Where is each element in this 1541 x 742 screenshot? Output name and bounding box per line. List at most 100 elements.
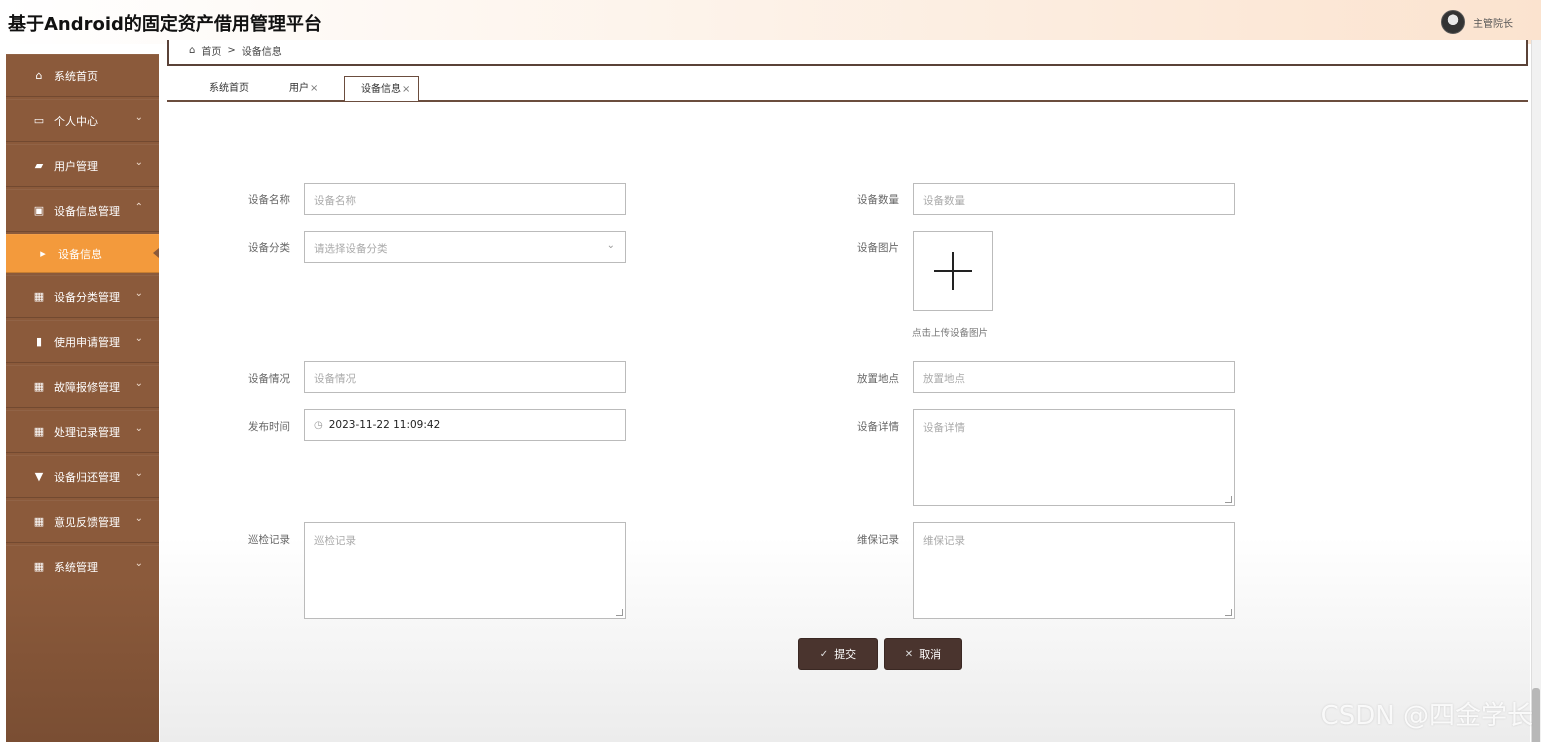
sidebar-item-home[interactable]: ⌂ 系统首页 [6,54,159,97]
publish-time-value: 2023-11-22 11:09:42 [328,419,441,431]
breadcrumb: ⌂ 首页 > 设备信息 [189,43,282,58]
sidebar-item-usage-request-management[interactable]: ▮ 使用申请管理 ⌄ [6,320,159,363]
publish-time-label: 发布时间 [248,421,290,433]
sidebar-item-label: 故障报修管理 [54,380,120,394]
card-icon: ▭ [33,114,45,127]
chevron-down-icon: ⌄ [134,468,143,479]
vertical-scrollbar[interactable] [1531,40,1541,742]
sidebar-item-label: 设备信息 [58,247,102,261]
watermark: CSDN @四金学长 [1320,701,1533,731]
chevron-down-icon: ⌄ [134,112,143,123]
inspection-record-textarea[interactable]: 巡检记录 [304,522,626,619]
cup-icon: ▼ [34,470,44,483]
device-category-select[interactable]: 请选择设备分类 ⌄ [304,231,626,263]
app-title: 基于Android的固定资产借用管理平台 [8,14,322,35]
sidebar-item-device-info-management[interactable]: ▣ 设备信息管理 ⌃ [6,189,159,232]
user-area[interactable]: 主管院长 [1441,10,1513,34]
sidebar: ⌂ 系统首页 ▭ 个人中心 ⌄ ▰ 用户管理 ⌄ ▣ 设备信息管理 ⌃ ▸ 设备… [6,54,159,742]
close-icon[interactable]: × [402,84,410,95]
bar-chart-icon: ▮ [35,335,43,348]
sidebar-item-user-management[interactable]: ▰ 用户管理 ⌄ [6,144,159,187]
cancel-label: 取消 [919,648,942,661]
chevron-down-icon: ⌄ [134,513,143,524]
sidebar-item-device-return-management[interactable]: ▼ 设备归还管理 ⌄ [6,455,159,498]
chevron-down-icon: ⌄ [134,423,143,434]
location-input[interactable]: 放置地点 [913,361,1235,393]
breadcrumb-home[interactable]: 首页 [201,43,221,58]
device-details-textarea[interactable]: 设备详情 [913,409,1235,506]
sidebar-item-label: 设备归还管理 [54,470,120,484]
tab-device-info[interactable]: 设备信息× [344,76,420,101]
tab-bar: 系统首页 用户× 设备信息× [167,75,1528,102]
close-icon[interactable]: × [310,83,318,94]
sidebar-item-label: 设备分类管理 [54,290,120,304]
sidebar-item-label: 意见反馈管理 [54,515,120,529]
sidebar-item-label: 处理记录管理 [54,425,120,439]
chevron-down-icon: ⌄ [606,240,615,251]
maintenance-record-label: 维保记录 [857,534,899,546]
avatar[interactable] [1441,10,1465,34]
scrollbar-thumb[interactable] [1532,688,1540,742]
form-area: 设备名称 设备名称 设备数量 设备数量 设备分类 请选择设备分类 ⌄ 设备图片 … [160,103,1530,742]
device-name-label: 设备名称 [248,194,290,206]
submit-button[interactable]: ✓ 提交 [798,638,878,670]
user-name[interactable]: 主管院长 [1473,15,1513,30]
upload-hint: 点击上传设备图片 [912,328,989,339]
sidebar-item-label: 系统首页 [54,69,98,83]
chevron-down-icon: ⌄ [134,288,143,299]
plus-icon [934,252,972,290]
monitor-icon: ▰ [34,159,44,172]
grid-icon: ▦ [33,290,45,303]
device-name-input[interactable]: 设备名称 [304,183,626,215]
chevron-down-icon: ⌄ [134,378,143,389]
sidebar-item-fault-repair-management[interactable]: ▦ 故障报修管理 ⌄ [6,365,159,408]
grid-icon: ▦ [33,380,45,393]
home-icon[interactable]: ⌂ [189,45,195,56]
chevron-up-icon: ⌃ [134,202,143,213]
tab-system-home[interactable]: 系统首页 [203,78,255,100]
top-header: 基于Android的固定资产借用管理平台 主管院长 [0,0,1541,44]
sidebar-item-label: 个人中心 [54,114,98,128]
sidebar-item-personal-center[interactable]: ▭ 个人中心 ⌄ [6,99,159,142]
maintenance-record-textarea[interactable]: 维保记录 [913,522,1235,619]
sidebar-item-label: 用户管理 [54,159,98,173]
tab-label: 用户 [289,83,309,94]
location-label: 放置地点 [857,373,899,385]
publish-time-picker[interactable]: ◷ 2023-11-22 11:09:42 [304,409,626,441]
sidebar-item-label: 使用申请管理 [54,335,120,349]
home-icon: ⌂ [35,69,43,82]
clock-icon: ◷ [314,420,323,431]
sidebar-subitem-device-info[interactable]: ▸ 设备信息 [6,234,159,273]
device-image-label: 设备图片 [857,242,899,254]
sidebar-footer [6,582,159,742]
tab-label: 设备信息 [361,84,401,95]
tab-users[interactable]: 用户× [283,78,324,100]
cancel-button[interactable]: ✕ 取消 [884,638,962,670]
sidebar-item-device-category-management[interactable]: ▦ 设备分类管理 ⌄ [6,275,159,318]
close-icon: ✕ [904,648,914,660]
breadcrumb-separator: > [227,45,236,56]
device-details-label: 设备详情 [857,421,899,433]
device-condition-input[interactable]: 设备情况 [304,361,626,393]
sidebar-item-label: 系统管理 [54,560,98,574]
device-quantity-label: 设备数量 [857,194,899,206]
sidebar-item-handling-record-management[interactable]: ▦ 处理记录管理 ⌄ [6,410,159,453]
device-condition-label: 设备情况 [248,373,290,385]
tab-label: 系统首页 [209,83,249,94]
clipboard-icon: ▣ [33,204,45,217]
chevron-down-icon: ⌄ [134,333,143,344]
chevron-down-icon: ⌄ [134,157,143,168]
breadcrumb-current: 设备信息 [241,47,282,58]
image-upload-button[interactable] [913,231,993,311]
grid-icon: ▦ [33,560,45,573]
breadcrumb-bar: ⌂ 首页 > 设备信息 [167,40,1528,66]
inspection-record-label: 巡检记录 [248,534,290,546]
device-category-placeholder: 请选择设备分类 [314,243,388,255]
check-icon: ✓ [819,648,829,660]
device-category-label: 设备分类 [248,242,290,254]
device-quantity-input[interactable]: 设备数量 [913,183,1235,215]
sidebar-item-feedback-management[interactable]: ▦ 意见反馈管理 ⌄ [6,500,159,543]
chevron-down-icon: ⌄ [134,558,143,569]
sidebar-item-label: 设备信息管理 [54,204,120,218]
submit-label: 提交 [834,648,857,661]
